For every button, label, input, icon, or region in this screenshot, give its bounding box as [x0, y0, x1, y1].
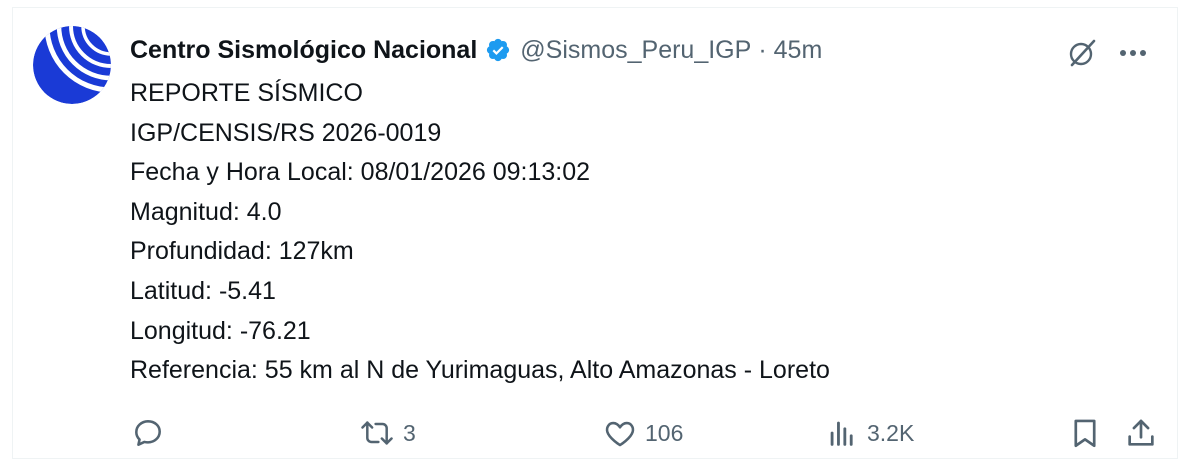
- tweet-line-latitude: Latitud: -5.41: [130, 276, 276, 305]
- tweet-header: Centro Sismológico Nacional @Sismos_Peru…: [130, 32, 822, 68]
- heart-icon: [605, 421, 635, 447]
- views-count: 3.2K: [867, 419, 915, 446]
- tweet-card[interactable]: Centro Sismológico Nacional @Sismos_Peru…: [12, 7, 1178, 459]
- verified-badge-icon[interactable]: [485, 37, 511, 63]
- views-button[interactable]: 3.2K: [825, 413, 914, 453]
- tweet-line-depth: Profundidad: 127km: [130, 237, 354, 266]
- bookmark-button[interactable]: [1068, 413, 1102, 453]
- repost-count: 3: [403, 419, 416, 446]
- tweet-line-title: REPORTE SÍSMICO: [130, 79, 363, 107]
- avatar[interactable]: [33, 26, 111, 104]
- repost-icon: [361, 421, 393, 445]
- tweet-line-datetime: Fecha y Hora Local: 08/01/2026 09:13:02: [130, 158, 591, 187]
- meta-separator: ·: [758, 35, 767, 64]
- author-display-name[interactable]: Centro Sismológico Nacional: [130, 36, 477, 65]
- grok-icon[interactable]: [1065, 36, 1099, 70]
- reply-icon: [135, 420, 161, 446]
- action-bar: 3 106 3.2K: [13, 413, 1177, 453]
- tweet-line-reference: Referencia: 55 km al N de Yurimaguas, Al…: [130, 356, 830, 385]
- like-button[interactable]: 106: [603, 413, 683, 453]
- tweet-text: REPORTE SÍSMICO IGP/CENSIS/RS 2026-0019 …: [130, 74, 1160, 391]
- more-icon[interactable]: [1116, 36, 1150, 70]
- repost-button[interactable]: 3: [359, 413, 416, 453]
- like-count: 106: [645, 419, 684, 446]
- tweet-line-longitude: Longitud: -76.21: [130, 316, 311, 345]
- bookmark-icon: [1074, 419, 1096, 448]
- post-time[interactable]: 45m: [774, 36, 823, 65]
- share-button[interactable]: [1124, 413, 1158, 453]
- share-icon: [1128, 419, 1154, 446]
- igp-logo-icon: [33, 26, 111, 104]
- tweet-line-report-id: IGP/CENSIS/RS 2026-0019: [130, 118, 442, 147]
- analytics-icon: [830, 421, 853, 446]
- reply-button[interactable]: [131, 413, 173, 453]
- author-handle[interactable]: @Sismos_Peru_IGP: [520, 36, 751, 65]
- tweet-line-magnitude: Magnitud: 4.0: [130, 197, 282, 226]
